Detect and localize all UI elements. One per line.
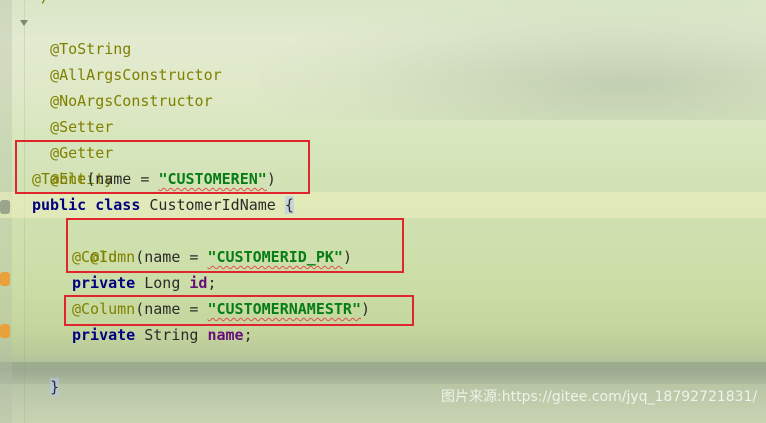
type-string: String [144,326,199,344]
image-source-watermark: 图片来源:https://gitee.com/jyq_18792721831/ [441,389,758,405]
class-name: CustomerIdName [149,196,276,214]
fold-arrow-icon[interactable] [20,20,28,26]
keyword-public: public [32,196,87,214]
highlight-box-name-column [64,295,414,326]
gutter-marker-icon[interactable] [0,200,10,214]
highlight-box-entity-table [15,140,310,194]
code-line-14[interactable]: } [32,348,60,396]
field-name: name [207,326,244,344]
comment-end: */ [32,0,50,6]
code-line-4[interactable]: @Setter [32,88,113,136]
keyword-private: private [72,274,136,292]
code-line-2[interactable]: @AllArgsConstructor [32,36,222,84]
highlight-box-id-column [66,218,404,273]
close-brace: } [50,378,60,396]
semicolon: ; [243,326,253,344]
code-line-8[interactable]: public class CustomerIdName { [32,192,294,218]
keyword-class: class [95,196,141,214]
code-line-1[interactable]: @ToString [32,10,131,58]
bean-icon[interactable] [0,324,10,338]
code-line-5[interactable]: @Getter [32,114,113,162]
code-line-11[interactable]: private Long id; [72,270,217,296]
bean-icon[interactable] [0,272,10,286]
open-brace: { [284,196,294,214]
background-hill [260,0,766,120]
field-id: id [189,274,208,292]
semicolon: ; [207,274,217,292]
background-band [0,362,766,384]
code-line-3[interactable]: @NoArgsConstructor [32,62,213,110]
type-long: Long [144,274,181,292]
keyword-private: private [72,326,136,344]
